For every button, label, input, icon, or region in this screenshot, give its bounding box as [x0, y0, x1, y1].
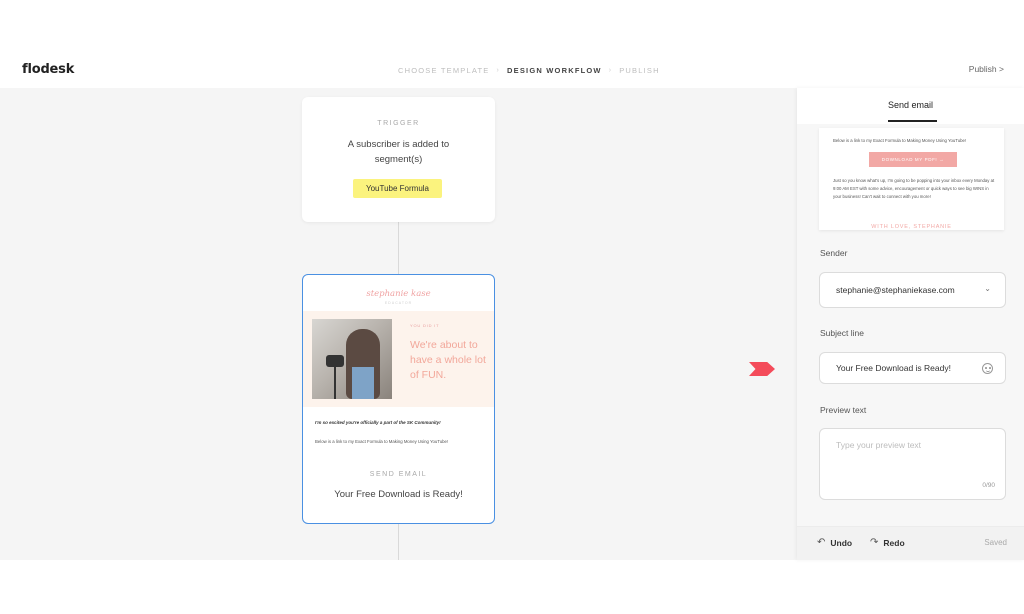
hero-kicker: YOU DID IT	[410, 323, 440, 328]
email-brand-logo: stephanie kase	[366, 289, 431, 299]
sender-label: Sender	[820, 248, 848, 258]
step-design-workflow[interactable]: DESIGN WORKFLOW	[507, 66, 602, 75]
preview-paragraph: Just so you know what's up, I'm going to…	[833, 178, 995, 199]
step-separator-icon: ›	[608, 67, 613, 74]
tab-send-email[interactable]: Send email	[888, 100, 933, 110]
subject-line-value: Your Free Download is Ready!	[836, 363, 951, 373]
email-body-line: Below is a link to my Exact Formula to M…	[315, 439, 449, 444]
app-root: flodesk CHOOSE TEMPLATE › DESIGN WORKFLO…	[0, 0, 1024, 614]
preview-text-input[interactable]: Type your preview text 0/90	[819, 428, 1006, 500]
subject-line-label: Subject line	[820, 328, 864, 338]
send-email-panel: Send email Below is a link to my Exact F…	[797, 88, 1024, 560]
save-status: Saved	[984, 538, 1007, 547]
sender-value: stephanie@stephaniekase.com	[836, 285, 955, 295]
panel-footer: ↶ Undo ↷ Redo Saved	[797, 526, 1024, 560]
preview-download-button: DOWNLOAD MY PDF! →	[869, 152, 957, 167]
publish-button[interactable]: Publish >	[969, 64, 1004, 74]
subject-line-input[interactable]: Your Free Download is Ready!	[819, 352, 1006, 384]
active-tab-underline	[888, 120, 937, 122]
hero-photo	[312, 319, 392, 399]
preview-body-line: Below is a link to my Exact Formula to M…	[833, 138, 967, 143]
email-subject-preview: Your Free Download is Ready!	[334, 489, 463, 500]
send-email-kicker: SEND EMAIL	[369, 471, 428, 478]
hero-headline: We're about to have a whole lot of FUN.	[410, 339, 486, 381]
top-header: flodesk CHOOSE TEMPLATE › DESIGN WORKFLO…	[0, 52, 1024, 88]
photo-tripod-shape	[334, 365, 336, 399]
flodesk-logo[interactable]: flodesk	[22, 62, 74, 77]
character-counter: 0/90	[982, 482, 995, 489]
redo-icon: ↷	[870, 537, 879, 548]
segment-chip[interactable]: YouTube Formula	[353, 179, 442, 198]
undo-button[interactable]: ↶ Undo	[817, 537, 852, 548]
panel-header: Send email	[797, 88, 1024, 124]
workflow-steps: CHOOSE TEMPLATE › DESIGN WORKFLOW › PUBL…	[398, 66, 660, 75]
photo-jeans-shape	[352, 367, 374, 399]
send-email-card[interactable]: stephanie kase EDUCATOR YOU DID IT We're…	[302, 274, 495, 524]
preview-text-placeholder: Type your preview text	[836, 440, 922, 450]
undo-icon: ↶	[817, 537, 826, 548]
redo-label: Redo	[883, 537, 905, 548]
preview-signoff: WITH LOVE, STEPHANIE	[871, 224, 952, 230]
redo-button[interactable]: ↷ Redo	[870, 537, 905, 548]
trigger-kicker: TRIGGER	[377, 120, 420, 127]
step-separator-icon: ›	[496, 67, 501, 74]
trigger-card[interactable]: TRIGGER A subscriber is added to segment…	[302, 97, 495, 222]
trigger-description: A subscriber is added to segment(s)	[347, 139, 450, 165]
step-choose-template[interactable]: CHOOSE TEMPLATE	[398, 66, 490, 75]
preview-text-label: Preview text	[820, 405, 867, 415]
step-publish[interactable]: PUBLISH	[619, 66, 660, 75]
chevron-down-icon: ⌄	[984, 284, 991, 293]
emoji-icon[interactable]	[982, 363, 993, 374]
undo-label: Undo	[830, 537, 853, 548]
email-body-line: I'm so excited you're officially a part …	[315, 420, 441, 425]
email-brand-subtitle: EDUCATOR	[384, 301, 413, 305]
email-preview[interactable]: Below is a link to my Exact Formula to M…	[819, 128, 1004, 230]
email-hero: YOU DID IT We're about to have a whole l…	[303, 311, 494, 407]
sender-select[interactable]: stephanie@stephaniekase.com ⌄	[819, 272, 1006, 308]
